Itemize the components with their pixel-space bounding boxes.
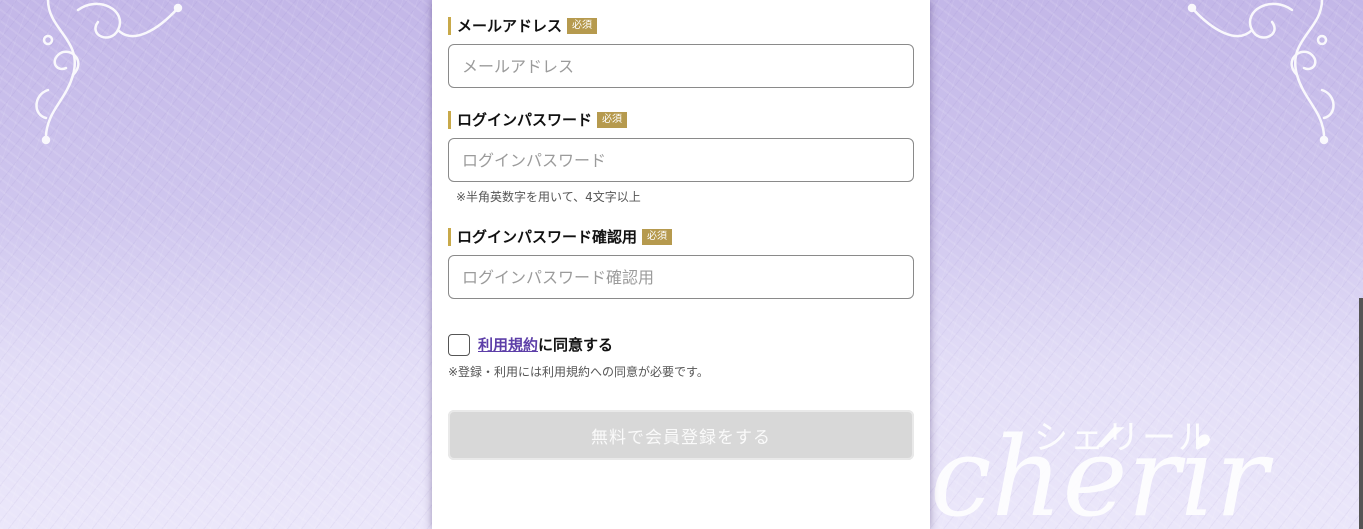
email-input[interactable] bbox=[448, 44, 914, 88]
required-badge: 必須 bbox=[597, 112, 628, 128]
email-label: メールアドレス 必須 bbox=[448, 17, 598, 35]
password-hint: ※半角英数字を用いて、4文字以上 bbox=[456, 190, 641, 204]
required-badge: 必須 bbox=[642, 229, 673, 245]
password-label: ログインパスワード 必須 bbox=[448, 111, 628, 129]
flourish-ornament-right-icon bbox=[1187, 0, 1335, 145]
email-label-text: メールアドレス bbox=[457, 17, 563, 35]
password-confirm-input[interactable] bbox=[448, 255, 914, 299]
flourish-ornament-left-icon bbox=[35, 0, 183, 145]
terms-link[interactable]: 利用規約 bbox=[478, 336, 538, 354]
agreement-note: ※登録・利用には利用規約への同意が必要です。 bbox=[448, 365, 709, 379]
agree-label: 利用規約に同意する bbox=[478, 335, 613, 355]
password-label-text: ログインパスワード bbox=[457, 111, 593, 129]
brand-logo: シェリール chérir bbox=[930, 400, 1363, 529]
required-badge: 必須 bbox=[567, 18, 598, 34]
agree-checkbox[interactable] bbox=[448, 334, 470, 356]
scrollbar-thumb[interactable] bbox=[1359, 298, 1363, 529]
agree-suffix: に同意する bbox=[538, 336, 614, 354]
brand-script: chérir bbox=[930, 413, 1268, 529]
register-button[interactable]: 無料で会員登録をする bbox=[448, 410, 914, 460]
password-input[interactable] bbox=[448, 138, 914, 182]
password-confirm-label: ログインパスワード確認用 必須 bbox=[448, 228, 673, 246]
registration-form-panel: メールアドレス 必須 ログインパスワード 必須 ※半角英数字を用いて、4文字以上… bbox=[432, 0, 930, 529]
password-confirm-label-text: ログインパスワード確認用 bbox=[457, 228, 638, 246]
